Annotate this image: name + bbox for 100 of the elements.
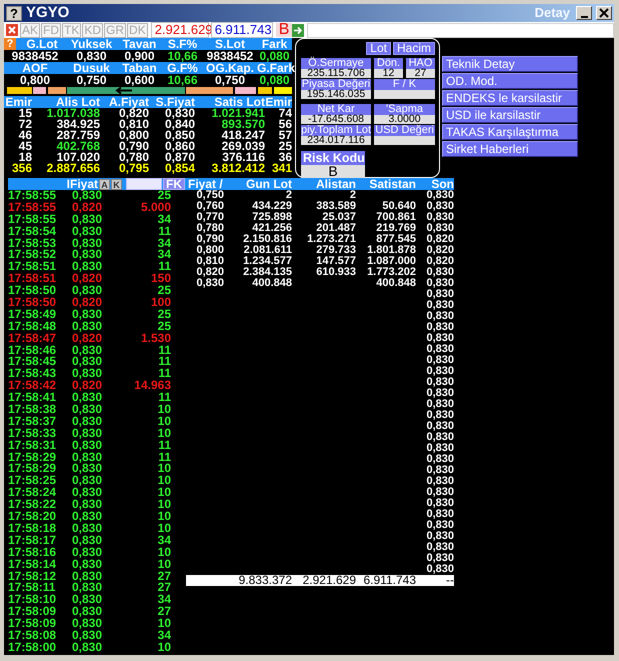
window-caption: Detay <box>534 4 570 22</box>
table-cell-text: 17:58:33 <box>8 428 58 440</box>
table-cell-text: 17:58:53 <box>8 238 58 250</box>
close-icon[interactable] <box>6 24 18 36</box>
menu-item[interactable]: USD ile karsilastir <box>442 107 578 123</box>
table-cell-text: 0,830 <box>72 356 104 368</box>
toggle-button[interactable]: Hacim <box>392 42 435 55</box>
table-cell-text: 17:58:55 <box>8 214 58 226</box>
table-cell-text: 17:58:17 <box>8 534 58 547</box>
column-header: Alistan <box>314 178 356 190</box>
table-cell-text: 14.963 <box>133 380 171 392</box>
sort-button[interactable]: A <box>99 178 110 190</box>
table-cell-text: 219.769 <box>375 223 416 234</box>
risk-value: B <box>301 165 365 178</box>
table-cell-text: 10 <box>156 546 171 559</box>
toggle-button[interactable]: Lot <box>366 42 391 55</box>
column-header: Satis Lot <box>214 96 265 108</box>
table-cell-text: 25 <box>156 320 171 333</box>
table-cell-text: 10 <box>156 558 171 571</box>
minimize-icon <box>580 16 588 18</box>
table-cell-text: 279.733 <box>315 245 356 256</box>
table-cell-text: 10 <box>156 404 171 416</box>
table-cell-text: 34 <box>156 630 171 642</box>
table-cell-text: 376.116 <box>222 152 265 163</box>
table-cell-text: 0,830 <box>425 267 454 278</box>
table-cell-text: 0,830 <box>72 428 104 440</box>
menu-item[interactable]: TAKAS Karşılaştırma <box>442 124 578 140</box>
table-cell-text: 15 <box>18 108 32 119</box>
table-cell-text: 17:58:08 <box>8 630 58 642</box>
table-cell-text: 0,830 <box>425 410 454 421</box>
table-cell-text: 10 <box>156 642 171 654</box>
table-cell-text: 10 <box>156 475 171 488</box>
table-cell-text: 0,830 <box>72 392 104 404</box>
table-cell-text: 72 <box>18 119 32 130</box>
empty-field <box>374 136 436 145</box>
input-field[interactable] <box>307 22 614 38</box>
field-value: 27 <box>406 69 435 78</box>
total-cell-text: 356 <box>10 163 32 174</box>
table-cell-text: 0,800 <box>118 130 149 141</box>
table-cell-text: 11 <box>157 392 171 404</box>
table-cell-text: 0,830 <box>72 190 104 202</box>
menu-item[interactable]: ENDEKS le karsilastir <box>442 90 578 106</box>
table-cell-text: 17:58:14 <box>8 558 58 571</box>
sort-button[interactable]: K <box>111 178 122 190</box>
value-cell-text: 0,600 <box>123 74 156 86</box>
table-cell-text: 0,830 <box>425 223 454 234</box>
menu-item[interactable]: Sirket Haberleri <box>442 141 578 157</box>
table-cell-text: 56 <box>278 119 292 130</box>
table-cell-text: 17:58:24 <box>8 487 58 500</box>
table-cell-text: 0,830 <box>72 582 104 594</box>
field-value: 3.0000 <box>374 115 435 124</box>
table-cell-text: 0,760 <box>195 201 224 212</box>
value-cell-text: 10,66 <box>166 74 199 86</box>
column-header: G.F% <box>166 62 199 74</box>
filter-button[interactable]: FK <box>163 178 185 190</box>
column-header: G.Lot <box>25 38 59 50</box>
table-cell-text: 1.087.000 <box>366 256 416 267</box>
table-cell-text: 0,830 <box>425 509 454 520</box>
table-cell-text: 17:58:54 <box>8 226 58 238</box>
table-cell-text: 17:58:11 <box>8 582 56 594</box>
column-header: Yuksek <box>70 38 114 50</box>
table-cell-text: 10 <box>156 463 171 476</box>
table-cell-text: 2.150.816 <box>242 234 292 245</box>
table-cell-text: 17:58:20 <box>8 511 58 523</box>
arrow-icon[interactable] <box>292 24 304 36</box>
table-cell-text: 0,820 <box>72 273 104 286</box>
table-cell-text: 27 <box>156 606 171 618</box>
table-cell-text: 10 <box>156 428 171 440</box>
close-button[interactable] <box>596 6 612 20</box>
total-cell-text: 2.921.629 <box>302 575 356 586</box>
buy-total-field: 6.911.743 <box>210 22 273 38</box>
total-cell-text: -- <box>446 575 454 586</box>
help-button[interactable]: ? <box>4 38 16 50</box>
table-cell-text: 0,830 <box>425 487 454 498</box>
filter-field[interactable] <box>126 178 162 190</box>
column-header: Fiyat / <box>187 178 223 190</box>
table-cell-text: 0,830 <box>72 475 104 488</box>
menu-item[interactable]: OD. Mod. <box>442 73 578 89</box>
table-cell-text: 0,830 <box>72 522 104 535</box>
table-cell-text: 0,830 <box>72 214 104 226</box>
table-cell-text: 0,830 <box>72 344 104 356</box>
table-cell-text: 0,830 <box>72 226 104 238</box>
table-cell-text: 0,830 <box>425 201 454 212</box>
minimize-button[interactable] <box>576 6 592 20</box>
table-cell-text: 11 <box>157 440 171 452</box>
table-cell-text: 34 <box>156 249 171 262</box>
table-cell-text: 0,830 <box>72 642 104 654</box>
table-cell-text: 0,820 <box>195 267 224 278</box>
column-header: A.Fiyat <box>108 96 149 108</box>
table-cell-text: 147.577 <box>315 256 356 267</box>
table-cell-text: 17:58:09 <box>8 618 58 630</box>
table-cell-text: 25 <box>278 141 292 152</box>
table-cell-text: 27 <box>156 570 171 582</box>
column-header: AOF <box>21 62 49 74</box>
help-icon[interactable]: ? <box>6 6 22 20</box>
table-cell-text: 700.861 <box>375 212 416 223</box>
table-cell-text: 0,790 <box>118 141 149 152</box>
table-cell-text: 2 <box>284 190 292 201</box>
table-cell-text: 17:58:55 <box>8 190 58 202</box>
menu-item[interactable]: Teknik Detay <box>442 56 578 72</box>
